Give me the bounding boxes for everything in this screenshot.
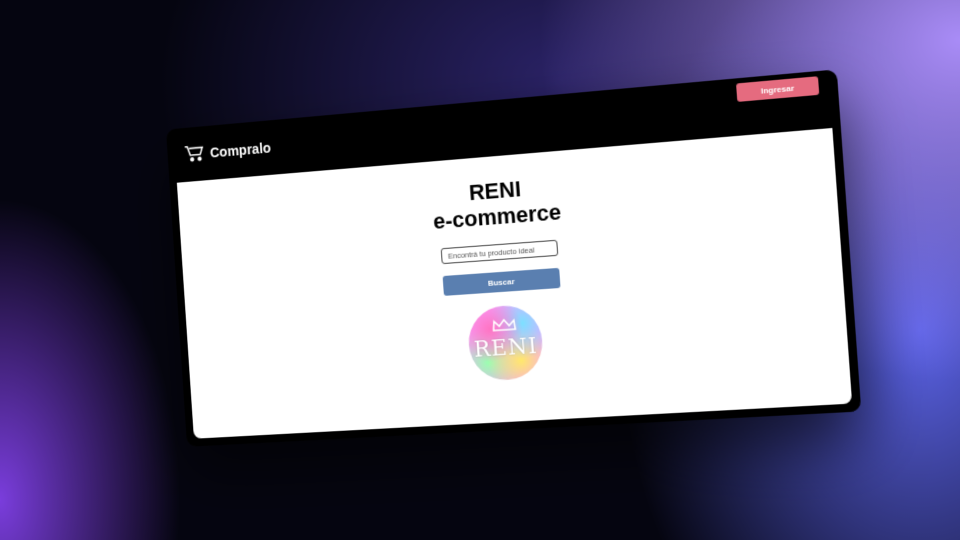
brand-logo: RENI: [466, 303, 545, 382]
brand-name: Compralo: [209, 139, 272, 161]
main-content: RENI e-commerce Buscar RENI: [176, 127, 853, 439]
browser-window: Compralo Ingresar RENI e-commerce Buscar…: [165, 69, 862, 447]
background-stage: Compralo Ingresar RENI e-commerce Buscar…: [0, 0, 960, 540]
search-button[interactable]: Buscar: [442, 267, 561, 296]
logo-text: RENI: [473, 333, 539, 363]
search-input[interactable]: [440, 239, 559, 265]
page-title: RENI e-commerce: [431, 173, 562, 235]
cart-icon: [184, 143, 206, 165]
brand-link[interactable]: Compralo: [184, 137, 272, 165]
login-button[interactable]: Ingresar: [736, 76, 820, 102]
crown-icon: [493, 317, 516, 332]
